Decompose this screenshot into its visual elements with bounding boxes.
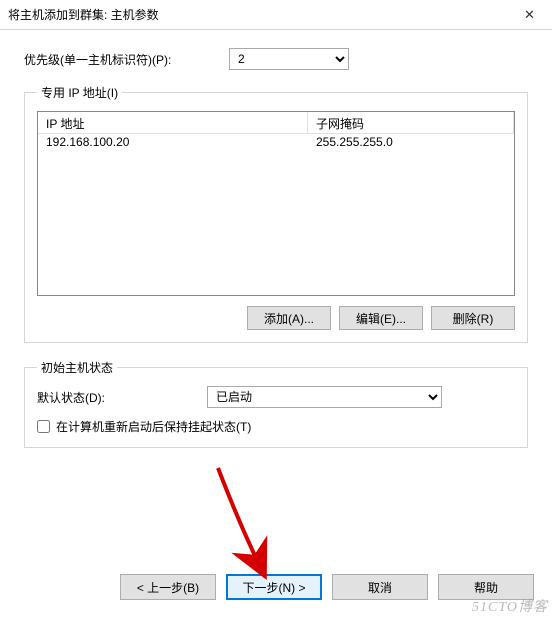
listview-header: IP 地址 子网掩码 [38, 112, 514, 134]
ip-address-group: 专用 IP 地址(I) IP 地址 子网掩码 192.168.100.20255… [24, 84, 528, 343]
close-icon: ✕ [524, 7, 535, 23]
remove-button[interactable]: 删除(R) [431, 306, 515, 330]
table-row[interactable]: 192.168.100.20255.255.255.0 [38, 134, 514, 152]
retain-suspend-row: 在计算机重新启动后保持挂起状态(T) [37, 418, 515, 435]
retain-suspend-label[interactable]: 在计算机重新启动后保持挂起状态(T) [56, 418, 251, 435]
column-header-ip[interactable]: IP 地址 [38, 112, 308, 133]
priority-label: 优先级(单一主机标识符)(P): [24, 51, 229, 68]
ip-group-legend: 专用 IP 地址(I) [37, 84, 122, 101]
cell-mask: 255.255.255.0 [308, 134, 514, 152]
default-state-label: 默认状态(D): [37, 389, 207, 406]
default-state-select[interactable]: 已启动已停止已挂起 [207, 386, 442, 408]
priority-select[interactable]: 12345678 [229, 48, 349, 70]
titlebar: 将主机添加到群集: 主机参数 ✕ [0, 0, 552, 30]
retain-suspend-checkbox[interactable] [37, 420, 50, 433]
initial-state-group: 初始主机状态 默认状态(D): 已启动已停止已挂起 在计算机重新启动后保持挂起状… [24, 359, 528, 448]
default-state-row: 默认状态(D): 已启动已停止已挂起 [37, 386, 515, 408]
back-button[interactable]: < 上一步(B) [120, 574, 216, 600]
priority-row: 优先级(单一主机标识符)(P): 12345678 [24, 48, 528, 70]
listview-body: 192.168.100.20255.255.255.0 [38, 134, 514, 295]
window-title: 将主机添加到群集: 主机参数 [8, 6, 159, 23]
ip-button-row: 添加(A)... 编辑(E)... 删除(R) [37, 306, 515, 330]
close-button[interactable]: ✕ [507, 0, 552, 30]
edit-button[interactable]: 编辑(E)... [339, 306, 423, 330]
help-button[interactable]: 帮助 [438, 574, 534, 600]
column-header-mask[interactable]: 子网掩码 [308, 112, 514, 133]
cancel-button[interactable]: 取消 [332, 574, 428, 600]
cell-ip: 192.168.100.20 [38, 134, 308, 152]
state-group-legend: 初始主机状态 [37, 359, 117, 376]
ip-listview[interactable]: IP 地址 子网掩码 192.168.100.20255.255.255.0 [37, 111, 515, 296]
dialog-content: 优先级(单一主机标识符)(P): 12345678 专用 IP 地址(I) IP… [0, 30, 552, 476]
wizard-footer: < 上一步(B) 下一步(N) > 取消 帮助 [0, 558, 552, 620]
add-button[interactable]: 添加(A)... [247, 306, 331, 330]
next-button[interactable]: 下一步(N) > [226, 574, 322, 600]
